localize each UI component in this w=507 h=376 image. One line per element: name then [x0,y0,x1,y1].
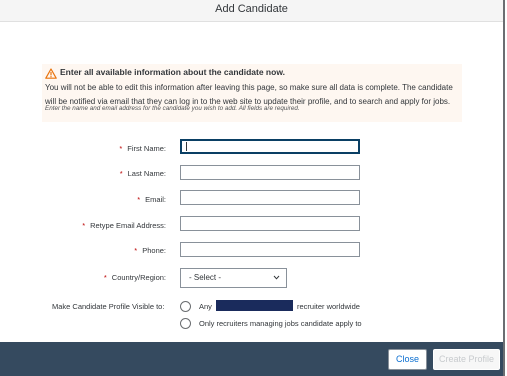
retype-email-field[interactable] [180,216,360,231]
text-caret [186,142,187,151]
required-marker: * [119,144,123,153]
last-name-label-text: Last Name: [127,169,166,178]
last-name-label: * Last Name: [120,169,166,178]
dialog-header: Add Candidate [0,0,503,22]
visibility-label: Make Candidate Profile Visible to: [52,302,165,311]
required-marker: * [103,273,107,282]
warning-message: Enter all available information about th… [42,64,462,122]
retype-email-label: * Retype Email Address: [82,221,166,230]
dialog-footer [0,342,503,376]
last-name-field[interactable] [180,165,360,180]
required-marker: * [82,221,86,230]
first-name-label: * First Name: [119,144,166,153]
radio-any-recruiter[interactable] [180,301,191,312]
country-region-label: * Country/Region: [104,273,166,282]
phone-label: * Phone: [134,246,166,255]
first-name-label-text: First Name: [127,144,166,153]
email-label: * Email: [137,195,166,204]
country-region-label-text: Country/Region: [111,273,166,282]
warning-title: Enter all available information about th… [60,67,285,77]
phone-field[interactable] [180,242,360,257]
country-region-select[interactable]: - Select - [180,268,287,288]
close-button[interactable]: Close [388,349,427,370]
required-marker: * [119,169,123,178]
phone-label-text: Phone: [142,246,166,255]
chevron-down-icon [273,275,280,280]
radio-any-prefix: Any [199,302,212,311]
dialog-title: Add Candidate [215,3,288,15]
required-marker: * [137,195,141,204]
form-instructions: Enter the name and email address for the… [45,105,300,112]
radio-own-recruiters[interactable] [180,318,191,329]
warning-triangle-icon [45,68,57,79]
first-name-field[interactable] [180,139,360,154]
dialog-content: Enter all available information about th… [0,22,503,342]
email-field[interactable] [180,190,360,205]
retype-email-label-text: Retype Email Address: [90,221,166,230]
required-marker: * [134,246,138,255]
redacted-block [216,300,293,311]
country-selected-value: - Select - [189,273,222,282]
add-candidate-dialog: Add Candidate Enter all available inform… [0,0,505,376]
create-profile-button[interactable]: Create Profile [433,349,500,370]
radio-own-label: Only recruiters managing jobs candidate … [199,319,362,328]
radio-any-suffix: recruiter worldwide [297,302,360,311]
email-label-text: Email: [145,195,166,204]
